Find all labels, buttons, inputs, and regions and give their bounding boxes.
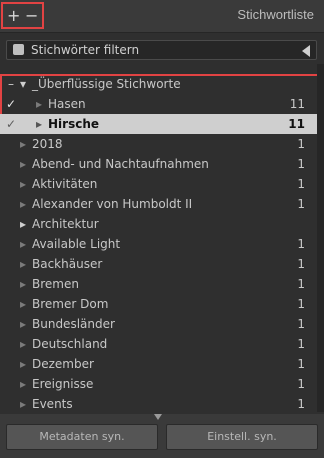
keyword-label: Bremer Dom bbox=[32, 297, 109, 311]
check-icon: ✓ bbox=[5, 97, 17, 111]
keyword-row[interactable]: ▸ Architektur bbox=[0, 214, 317, 234]
keyword-group-label: _Überflüssige Stichworte bbox=[32, 77, 181, 91]
expand-right-icon[interactable]: ▸ bbox=[18, 174, 28, 194]
keyword-label: 2018 bbox=[32, 137, 63, 151]
keyword-label: Bundesländer bbox=[32, 317, 115, 331]
expand-right-icon[interactable]: ▸ bbox=[18, 154, 28, 174]
panel-collapse-icon[interactable] bbox=[154, 414, 162, 420]
expand-right-icon[interactable]: ▸ bbox=[18, 254, 28, 274]
keyword-label: Abend- und Nachtaufnahmen bbox=[32, 157, 209, 171]
keyword-count: 1 bbox=[297, 357, 305, 371]
sync-settings-button[interactable]: Einstell. syn. bbox=[166, 424, 318, 450]
add-remove-controls: + − bbox=[1, 2, 44, 29]
keyword-label: Dezember bbox=[32, 357, 94, 371]
keyword-count: 11 bbox=[289, 97, 305, 111]
keyword-row[interactable]: ▸ 2018 1 bbox=[0, 134, 317, 154]
list-scrollbar[interactable] bbox=[317, 64, 324, 412]
check-icon: ✓ bbox=[5, 117, 17, 131]
keyword-label: Events bbox=[32, 397, 73, 411]
group-minus-icon: – bbox=[8, 77, 14, 91]
keyword-label: Bremen bbox=[32, 277, 79, 291]
expand-right-icon[interactable]: ▸ bbox=[18, 354, 28, 374]
expand-right-icon[interactable]: ▸ bbox=[18, 374, 28, 394]
filter-label: Stichwörter filtern bbox=[31, 43, 140, 57]
expand-right-icon[interactable]: ▸ bbox=[18, 274, 28, 294]
expand-right-icon[interactable]: ▸ bbox=[34, 114, 44, 134]
keyword-count: 1 bbox=[297, 237, 305, 251]
keyword-count: 1 bbox=[297, 337, 305, 351]
keyword-count: 1 bbox=[297, 377, 305, 391]
expand-right-icon[interactable]: ▸ bbox=[18, 334, 28, 354]
keyword-label: Deutschland bbox=[32, 337, 108, 351]
filter-icon bbox=[13, 44, 24, 55]
keyword-row[interactable]: ▸ Abend- und Nachtaufnahmen 1 bbox=[0, 154, 317, 174]
keyword-count: 1 bbox=[297, 197, 305, 211]
expand-right-icon[interactable]: ▸ bbox=[18, 194, 28, 214]
keyword-row[interactable]: ▸ Backhäuser 1 bbox=[0, 254, 317, 274]
panel-header: + − Stichwortliste bbox=[0, 0, 324, 33]
keyword-label: Backhäuser bbox=[32, 257, 103, 271]
keyword-count: 1 bbox=[297, 397, 305, 411]
filter-menu-arrow-icon[interactable] bbox=[302, 45, 310, 57]
keyword-count: 1 bbox=[297, 157, 305, 171]
expand-right-icon[interactable]: ▸ bbox=[18, 134, 28, 154]
expand-down-icon[interactable]: ▾ bbox=[18, 74, 28, 94]
keyword-row[interactable]: ▸ Available Light 1 bbox=[0, 234, 317, 254]
keyword-row[interactable]: ▸ Alexander von Humboldt II 1 bbox=[0, 194, 317, 214]
keyword-row[interactable]: ▸ Dezember 1 bbox=[0, 354, 317, 374]
keyword-count: 1 bbox=[297, 317, 305, 331]
expand-right-icon[interactable]: ▸ bbox=[18, 314, 28, 334]
keyword-count: 1 bbox=[297, 277, 305, 291]
expand-right-icon[interactable]: ▸ bbox=[18, 294, 28, 314]
add-keyword-button[interactable]: + bbox=[7, 6, 20, 26]
keyword-row[interactable]: ▸ Deutschland 1 bbox=[0, 334, 317, 354]
remove-keyword-button[interactable]: − bbox=[25, 6, 38, 26]
keyword-filter[interactable]: Stichwörter filtern bbox=[6, 40, 317, 60]
expand-right-icon[interactable]: ▸ bbox=[18, 234, 28, 254]
keyword-count: 1 bbox=[297, 177, 305, 191]
panel-title: Stichwortliste bbox=[237, 7, 314, 22]
footer-bar: Metadaten syn. Einstell. syn. bbox=[0, 414, 324, 458]
keyword-row[interactable]: ▸ Events 1 bbox=[0, 394, 317, 414]
keyword-count: 11 bbox=[288, 117, 305, 131]
keyword-label: Hasen bbox=[48, 97, 86, 111]
sync-metadata-button[interactable]: Metadaten syn. bbox=[6, 424, 158, 450]
expand-right-icon[interactable]: ▸ bbox=[18, 214, 28, 234]
keyword-row[interactable]: ▸ Ereignisse 1 bbox=[0, 374, 317, 394]
keyword-row[interactable]: ▸ Aktivitäten 1 bbox=[0, 174, 317, 194]
keyword-row[interactable]: ✓ ▸ Hasen 11 bbox=[0, 94, 317, 114]
keyword-count: 1 bbox=[297, 257, 305, 271]
keyword-row[interactable]: ▸ Bundesländer 1 bbox=[0, 314, 317, 334]
expand-right-icon[interactable]: ▸ bbox=[34, 94, 44, 114]
keyword-label: Aktivitäten bbox=[32, 177, 98, 191]
keyword-row[interactable]: ▸ Bremer Dom 1 bbox=[0, 294, 317, 314]
keyword-label: Alexander von Humboldt II bbox=[32, 197, 193, 211]
expand-right-icon[interactable]: ▸ bbox=[18, 394, 28, 414]
keyword-group-row[interactable]: – ▾ _Überflüssige Stichworte bbox=[0, 74, 317, 94]
keyword-count: 1 bbox=[297, 137, 305, 151]
keyword-label: Hirsche bbox=[48, 117, 100, 131]
keyword-row-selected[interactable]: ✓ ▸ Hirsche 11 bbox=[0, 114, 317, 134]
keyword-row[interactable]: ▸ Bremen 1 bbox=[0, 274, 317, 294]
keyword-label: Available Light bbox=[32, 237, 121, 251]
keyword-label: Ereignisse bbox=[32, 377, 94, 391]
keyword-count: 1 bbox=[297, 297, 305, 311]
keyword-label: Architektur bbox=[32, 217, 99, 231]
